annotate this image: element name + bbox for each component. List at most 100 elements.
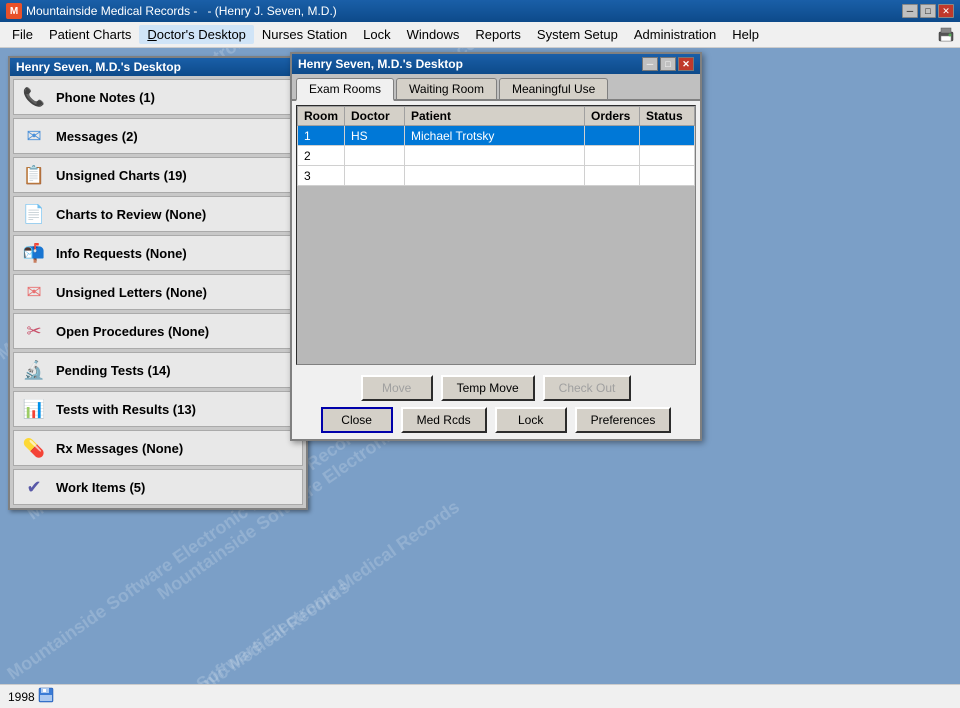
rx-messages-label: Rx Messages (None) xyxy=(56,441,183,456)
btn-row-2: Close Med Rcds Lock Preferences xyxy=(300,407,692,433)
btn-row-1: Move Temp Move Check Out xyxy=(300,375,692,401)
tab-meaningful-use[interactable]: Meaningful Use xyxy=(499,78,608,99)
pending-tests-label: Pending Tests (14) xyxy=(56,363,171,378)
exam-window-titlebar: Henry Seven, M.D.'s Desktop ─ □ ✕ xyxy=(292,54,700,74)
cell-status xyxy=(640,126,695,146)
close-button[interactable]: Close xyxy=(321,407,393,433)
messages-icon: ✉ xyxy=(20,122,48,150)
col-orders: Orders xyxy=(585,107,640,126)
tabs-row: Exam Rooms Waiting Room Meaningful Use xyxy=(292,74,700,101)
menu-lock[interactable]: Lock xyxy=(355,25,398,44)
menu-system-setup[interactable]: System Setup xyxy=(529,25,626,44)
rx-messages-item[interactable]: 💊 Rx Messages (None) xyxy=(13,430,303,466)
exam-buttons: Move Temp Move Check Out Close Med Rcds … xyxy=(292,369,700,439)
cell-room: 1 xyxy=(298,126,345,146)
table-row[interactable]: 2 xyxy=(298,146,695,166)
titlebar: M Mountainside Medical Records - - (Henr… xyxy=(0,0,960,22)
menubar: File Patient Charts Doctor's Desktop Nur… xyxy=(0,22,960,48)
move-button[interactable]: Move xyxy=(361,375,433,401)
app-title: Mountainside Medical Records - - (Henry … xyxy=(26,4,902,18)
unsigned-letters-icon: ✉ xyxy=(20,278,48,306)
menu-doctors-desktop[interactable]: Doctor's Desktop xyxy=(139,25,254,44)
charts-review-label: Charts to Review (None) xyxy=(56,207,206,222)
table-row[interactable]: 1HSMichael Trotsky xyxy=(298,126,695,146)
info-requests-icon: 📬 xyxy=(20,239,48,267)
lock-button[interactable]: Lock xyxy=(495,407,567,433)
cell-patient xyxy=(405,166,585,186)
menu-reports[interactable]: Reports xyxy=(467,25,529,44)
printer-icon[interactable] xyxy=(936,26,956,44)
menu-nurses-station[interactable]: Nurses Station xyxy=(254,25,355,44)
info-requests-item[interactable]: 📬 Info Requests (None) xyxy=(13,235,303,271)
messages-label: Messages (2) xyxy=(56,129,138,144)
exam-window: Henry Seven, M.D.'s Desktop ─ □ ✕ Exam R… xyxy=(290,52,702,441)
tests-results-item[interactable]: 📊 Tests with Results (13) xyxy=(13,391,303,427)
status-save-icon[interactable] xyxy=(38,687,54,706)
cell-orders xyxy=(585,166,640,186)
preferences-button[interactable]: Preferences xyxy=(575,407,672,433)
cell-status xyxy=(640,166,695,186)
phone-notes-label: Phone Notes (1) xyxy=(56,90,155,105)
tab-exam-rooms[interactable]: Exam Rooms xyxy=(296,78,394,101)
menu-file[interactable]: File xyxy=(4,25,41,44)
unsigned-charts-icon: 📋 xyxy=(20,161,48,189)
cell-doctor xyxy=(345,166,405,186)
exam-titlebar-buttons: ─ □ ✕ xyxy=(642,57,694,71)
menu-patient-charts[interactable]: Patient Charts xyxy=(41,25,139,44)
cell-orders xyxy=(585,146,640,166)
messages-item[interactable]: ✉ Messages (2) xyxy=(13,118,303,154)
status-year: 1998 xyxy=(8,690,35,704)
exam-table: Room Doctor Patient Orders Status 1HSMic… xyxy=(297,106,695,186)
col-room: Room xyxy=(298,107,345,126)
cell-room: 2 xyxy=(298,146,345,166)
temp-move-button[interactable]: Temp Move xyxy=(441,375,535,401)
tab-waiting-room[interactable]: Waiting Room xyxy=(396,78,497,99)
rx-messages-icon: 💊 xyxy=(20,434,48,462)
desktop-panel-title: Henry Seven, M.D.'s Desktop xyxy=(10,58,306,76)
check-out-button[interactable]: Check Out xyxy=(543,375,632,401)
info-requests-label: Info Requests (None) xyxy=(56,246,187,261)
phone-notes-item[interactable]: 📞 Phone Notes (1) xyxy=(13,79,303,115)
exam-maximize-button[interactable]: □ xyxy=(660,57,676,71)
minimize-button[interactable]: ─ xyxy=(902,4,918,18)
work-items-icon: ✔ xyxy=(20,473,48,501)
col-status: Status xyxy=(640,107,695,126)
exam-close-button[interactable]: ✕ xyxy=(678,57,694,71)
titlebar-buttons: ─ □ ✕ xyxy=(902,4,954,18)
app-icon: M xyxy=(6,3,22,19)
cell-orders xyxy=(585,126,640,146)
close-app-button[interactable]: ✕ xyxy=(938,4,954,18)
unsigned-letters-item[interactable]: ✉ Unsigned Letters (None) xyxy=(13,274,303,310)
pending-tests-item[interactable]: 🔬 Pending Tests (14) xyxy=(13,352,303,388)
charts-review-icon: 📄 xyxy=(20,200,48,228)
cell-status xyxy=(640,146,695,166)
tests-results-label: Tests with Results (13) xyxy=(56,402,196,417)
menu-windows[interactable]: Windows xyxy=(399,25,468,44)
menu-help[interactable]: Help xyxy=(724,25,767,44)
maximize-button[interactable]: □ xyxy=(920,4,936,18)
statusbar: 1998 xyxy=(0,684,960,708)
open-procedures-item[interactable]: ✂ Open Procedures (None) xyxy=(13,313,303,349)
phone-notes-icon: 📞 xyxy=(20,83,48,111)
exam-window-title: Henry Seven, M.D.'s Desktop xyxy=(298,57,463,71)
open-procedures-label: Open Procedures (None) xyxy=(56,324,209,339)
desktop-area: Henry Seven, M.D.'s Desktop 📞 Phone Note… xyxy=(0,48,960,684)
col-patient: Patient xyxy=(405,107,585,126)
cell-room: 3 xyxy=(298,166,345,186)
pending-tests-icon: 🔬 xyxy=(20,356,48,384)
cell-patient xyxy=(405,146,585,166)
work-items-label: Work Items (5) xyxy=(56,480,145,495)
desktop-panel: Henry Seven, M.D.'s Desktop 📞 Phone Note… xyxy=(8,56,308,510)
open-procedures-icon: ✂ xyxy=(20,317,48,345)
work-items-item[interactable]: ✔ Work Items (5) xyxy=(13,469,303,505)
unsigned-charts-item[interactable]: 📋 Unsigned Charts (19) xyxy=(13,157,303,193)
table-row[interactable]: 3 xyxy=(298,166,695,186)
charts-review-item[interactable]: 📄 Charts to Review (None) xyxy=(13,196,303,232)
cell-patient: Michael Trotsky xyxy=(405,126,585,146)
menu-administration[interactable]: Administration xyxy=(626,25,724,44)
exam-minimize-button[interactable]: ─ xyxy=(642,57,658,71)
cell-doctor xyxy=(345,146,405,166)
med-rcds-button[interactable]: Med Rcds xyxy=(401,407,487,433)
unsigned-charts-label: Unsigned Charts (19) xyxy=(56,168,187,183)
tests-results-icon: 📊 xyxy=(20,395,48,423)
